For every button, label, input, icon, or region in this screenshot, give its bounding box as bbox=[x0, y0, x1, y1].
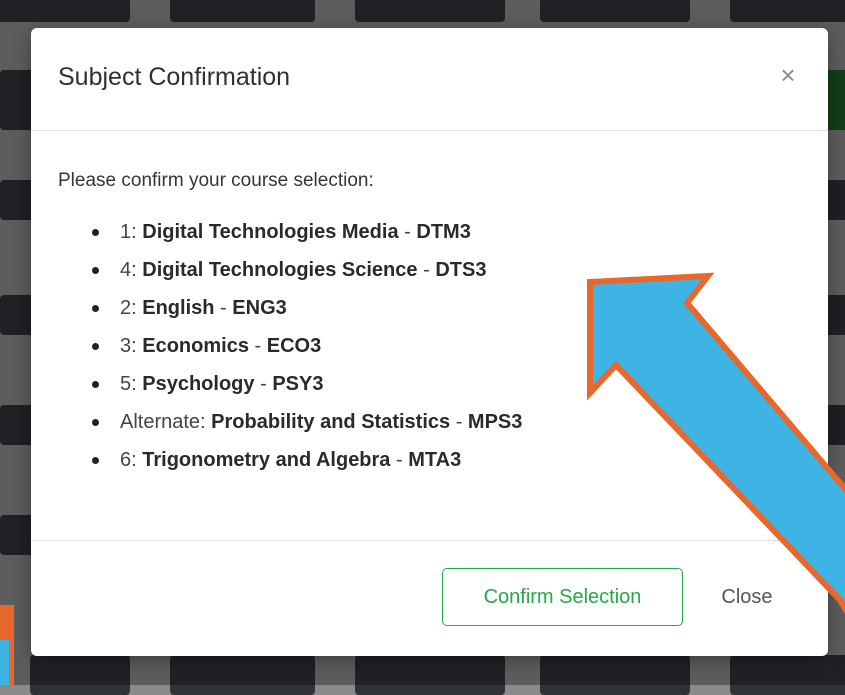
course-name: Economics bbox=[142, 335, 249, 357]
course-list: 1: Digital Technologies Media - DTM3 4: … bbox=[58, 213, 798, 479]
course-code: MPS3 bbox=[467, 411, 523, 433]
modal-title: Subject Confirmation bbox=[58, 63, 291, 91]
course-slot-label: 5: bbox=[120, 373, 137, 395]
course-code: PSY3 bbox=[272, 373, 324, 395]
course-name: English bbox=[142, 297, 215, 319]
course-separator: - bbox=[404, 221, 411, 243]
course-list-item: 6: Trigonometry and Algebra - MTA3 bbox=[58, 441, 798, 479]
course-separator: - bbox=[220, 297, 227, 319]
course-name: Digital Technologies Science bbox=[142, 259, 418, 281]
modal-footer: Confirm Selection Close bbox=[31, 540, 828, 657]
course-code: ECO3 bbox=[266, 335, 322, 357]
course-slot-label: 1: bbox=[120, 221, 137, 243]
modal-body: Please confirm your course selection: 1:… bbox=[58, 168, 798, 479]
course-name: Psychology bbox=[142, 373, 255, 395]
course-list-item: 1: Digital Technologies Media - DTM3 bbox=[58, 213, 798, 251]
course-slot-label: 4: bbox=[120, 259, 137, 281]
course-list-item: 2: English - ENG3 bbox=[58, 289, 798, 327]
close-icon[interactable]: × bbox=[776, 60, 800, 90]
course-list-item: Alternate: Probability and Statistics - … bbox=[58, 403, 798, 441]
course-code: DTM3 bbox=[416, 221, 471, 243]
course-separator: - bbox=[455, 411, 463, 433]
course-name: Probability and Statistics bbox=[211, 411, 451, 433]
course-slot-label: Alternate: bbox=[120, 411, 206, 433]
close-button[interactable]: Close bbox=[707, 568, 787, 626]
subject-confirmation-dialog: Subject Confirmation × Please confirm yo… bbox=[31, 28, 828, 656]
course-separator: - bbox=[396, 449, 403, 471]
course-code: ENG3 bbox=[232, 297, 287, 319]
course-name: Trigonometry and Algebra bbox=[142, 449, 391, 471]
annotation-corner-mark-fill bbox=[0, 640, 9, 685]
course-separator: - bbox=[254, 335, 262, 357]
course-list-item: 5: Psychology - PSY3 bbox=[58, 365, 798, 403]
course-name: Digital Technologies Media bbox=[142, 221, 399, 243]
confirm-selection-button[interactable]: Confirm Selection bbox=[442, 568, 683, 626]
course-slot-label: 2: bbox=[120, 297, 137, 319]
course-slot-label: 3: bbox=[120, 335, 137, 357]
course-separator: - bbox=[423, 259, 430, 281]
course-list-item: 3: Economics - ECO3 bbox=[58, 327, 798, 365]
modal-header: Subject Confirmation × bbox=[31, 28, 828, 131]
course-slot-label: 6: bbox=[120, 449, 137, 471]
confirmation-prompt: Please confirm your course selection: bbox=[58, 170, 374, 191]
course-separator: - bbox=[260, 373, 267, 395]
course-code: DTS3 bbox=[435, 259, 487, 281]
course-code: MTA3 bbox=[408, 449, 462, 471]
course-list-item: 4: Digital Technologies Science - DTS3 bbox=[58, 251, 798, 289]
